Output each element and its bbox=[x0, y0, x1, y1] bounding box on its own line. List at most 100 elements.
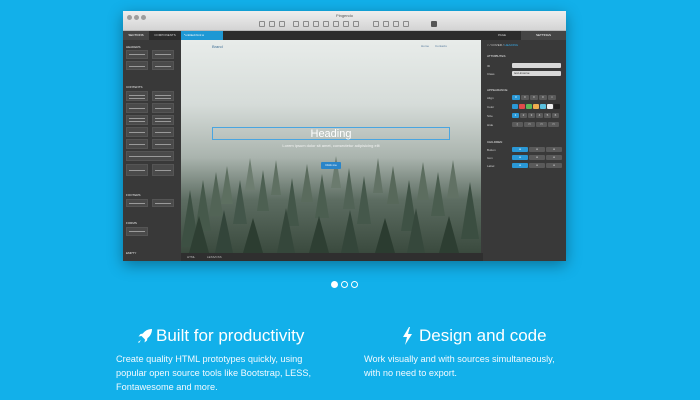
paste-icon[interactable] bbox=[333, 21, 339, 27]
section-thumbnail[interactable] bbox=[126, 91, 148, 101]
design-canvas[interactable]: Brand Home Contacts Heading Lorem ipsum … bbox=[181, 40, 483, 261]
section-thumbnail[interactable] bbox=[152, 164, 174, 176]
save-icon[interactable] bbox=[279, 21, 285, 27]
size-2-button[interactable]: 2 bbox=[520, 113, 527, 118]
undo-icon[interactable] bbox=[293, 21, 299, 27]
feature-productivity-description: Create quality HTML prototypes quickly, … bbox=[116, 352, 311, 394]
id-input[interactable] bbox=[512, 63, 561, 68]
color-swatch-warning[interactable] bbox=[533, 104, 539, 109]
align-justify-button[interactable]: ≡ bbox=[539, 95, 547, 100]
button-toggle-off[interactable]: ● bbox=[546, 147, 562, 152]
page-preview[interactable]: Brand Home Contacts Heading Lorem ipsum … bbox=[181, 40, 481, 253]
cover-heading[interactable]: Heading bbox=[181, 128, 481, 140]
hide-tablet-icon[interactable]: ▭ bbox=[524, 122, 535, 127]
carousel-dot[interactable] bbox=[331, 281, 338, 288]
statusbar-less-tab[interactable]: LESS/CSS bbox=[207, 253, 222, 261]
section-thumbnail[interactable] bbox=[126, 227, 148, 236]
section-thumbnail[interactable] bbox=[126, 50, 148, 59]
size-3-button[interactable]: 3 bbox=[528, 113, 535, 118]
pine-tree bbox=[417, 162, 429, 200]
tablet-view-icon[interactable] bbox=[383, 21, 389, 27]
section-thumbnail[interactable] bbox=[152, 61, 174, 70]
icon-toggle-off[interactable]: ● bbox=[546, 155, 562, 160]
feature-productivity-title: Built for productivity bbox=[156, 326, 305, 345]
align-none-button[interactable]: × bbox=[548, 95, 556, 100]
desktop-view-icon[interactable] bbox=[373, 21, 379, 27]
section-thumbnail[interactable] bbox=[152, 127, 174, 137]
section-thumbnail[interactable] bbox=[152, 103, 174, 113]
section-thumbnail[interactable] bbox=[126, 139, 148, 149]
code-icon[interactable] bbox=[353, 21, 359, 27]
redo-icon[interactable] bbox=[303, 21, 309, 27]
carousel-dot[interactable] bbox=[341, 281, 348, 288]
cover-cta-button[interactable]: Click me bbox=[321, 162, 341, 169]
cover-lead-text[interactable]: Lorem ipsum dolor sit amet, consectetur … bbox=[181, 143, 481, 148]
section-thumbnail[interactable] bbox=[152, 199, 174, 207]
section-thumbnail[interactable] bbox=[126, 151, 174, 161]
icon-toggle-on[interactable]: ● bbox=[512, 155, 528, 160]
phone-view-icon[interactable] bbox=[393, 21, 399, 27]
label-toggle-mid[interactable]: ● bbox=[529, 163, 545, 168]
hide-phone-icon[interactable]: ▯ bbox=[512, 122, 523, 127]
children-heading: CHILDREN bbox=[487, 140, 503, 144]
breadcrumb-path[interactable]: / COVER / bbox=[490, 43, 504, 47]
tab-sections[interactable]: SECTIONS bbox=[123, 31, 149, 40]
pine-tree bbox=[301, 164, 313, 202]
color-swatch-light[interactable] bbox=[547, 104, 553, 109]
icon-toggle-mid[interactable]: ● bbox=[529, 155, 545, 160]
color-swatch-dark[interactable] bbox=[554, 104, 560, 109]
hide-laptop-icon[interactable]: ▭ bbox=[536, 122, 547, 127]
hide-desktop-icon[interactable]: ▭ bbox=[548, 122, 559, 127]
fullscreen-icon[interactable] bbox=[403, 21, 409, 27]
button-toggle-mid[interactable]: ● bbox=[529, 147, 545, 152]
pine-tree bbox=[387, 166, 399, 204]
section-thumbnail[interactable] bbox=[126, 115, 148, 125]
pine-tree bbox=[447, 160, 459, 198]
statusbar-html-tab[interactable]: HTML bbox=[187, 253, 195, 261]
feature-description-line: Create quality HTML prototypes quickly, … bbox=[116, 354, 303, 364]
color-swatch-success[interactable] bbox=[526, 104, 532, 109]
pine-tree bbox=[243, 218, 263, 253]
button-toggle-on[interactable]: ● bbox=[512, 147, 528, 152]
section-thumbnail[interactable] bbox=[126, 127, 148, 137]
new-file-icon[interactable] bbox=[259, 21, 265, 27]
pine-tree bbox=[309, 216, 329, 253]
class-input[interactable]: text-inverse bbox=[512, 71, 561, 76]
align-left-button[interactable]: ≡ bbox=[512, 95, 520, 100]
section-thumbnail[interactable] bbox=[126, 164, 148, 176]
size-4-button[interactable]: 4 bbox=[536, 113, 543, 118]
size-6-button[interactable]: 6 bbox=[552, 113, 559, 118]
cut-icon[interactable] bbox=[313, 21, 319, 27]
section-thumbnail[interactable] bbox=[152, 139, 174, 149]
color-swatch-info[interactable] bbox=[540, 104, 546, 109]
navbar-link-home[interactable]: Home bbox=[421, 44, 429, 48]
section-thumbnail[interactable] bbox=[152, 50, 174, 59]
section-thumbnail[interactable] bbox=[126, 199, 148, 207]
label-toggle-off[interactable]: ● bbox=[546, 163, 562, 168]
section-thumbnail[interactable] bbox=[126, 61, 148, 70]
copy-icon[interactable] bbox=[323, 21, 329, 27]
size-5-button[interactable]: 5 bbox=[544, 113, 551, 118]
section-thumbnail[interactable] bbox=[152, 115, 174, 125]
navbar-link-contacts[interactable]: Contacts bbox=[435, 44, 447, 48]
open-folder-icon[interactable] bbox=[269, 21, 275, 27]
color-swatch-default[interactable] bbox=[512, 104, 518, 109]
link-icon[interactable] bbox=[343, 21, 349, 27]
navbar-brand[interactable]: Brand bbox=[212, 44, 223, 49]
section-thumbnail[interactable] bbox=[152, 91, 174, 101]
align-center-button[interactable]: ≡ bbox=[521, 95, 529, 100]
file-tab[interactable]: *untitled.html ● bbox=[181, 31, 223, 40]
tab-settings[interactable]: SETTINGS bbox=[521, 31, 566, 40]
align-right-button[interactable]: ≡ bbox=[530, 95, 538, 100]
carousel-dot[interactable] bbox=[351, 281, 358, 288]
size-1-button[interactable]: 1 bbox=[512, 113, 519, 118]
label-toggle-on[interactable]: ● bbox=[512, 163, 528, 168]
section-thumbnail[interactable] bbox=[126, 103, 148, 113]
section-headers-label: HEADERS bbox=[126, 45, 141, 49]
color-swatch-danger[interactable] bbox=[519, 104, 525, 109]
folder-icon[interactable] bbox=[431, 21, 437, 27]
pine-tree bbox=[277, 208, 295, 253]
chevron-left-icon[interactable]: < bbox=[487, 43, 489, 47]
tab-page[interactable]: PAGE bbox=[483, 31, 521, 40]
tab-components[interactable]: COMPONENTS bbox=[149, 31, 181, 40]
